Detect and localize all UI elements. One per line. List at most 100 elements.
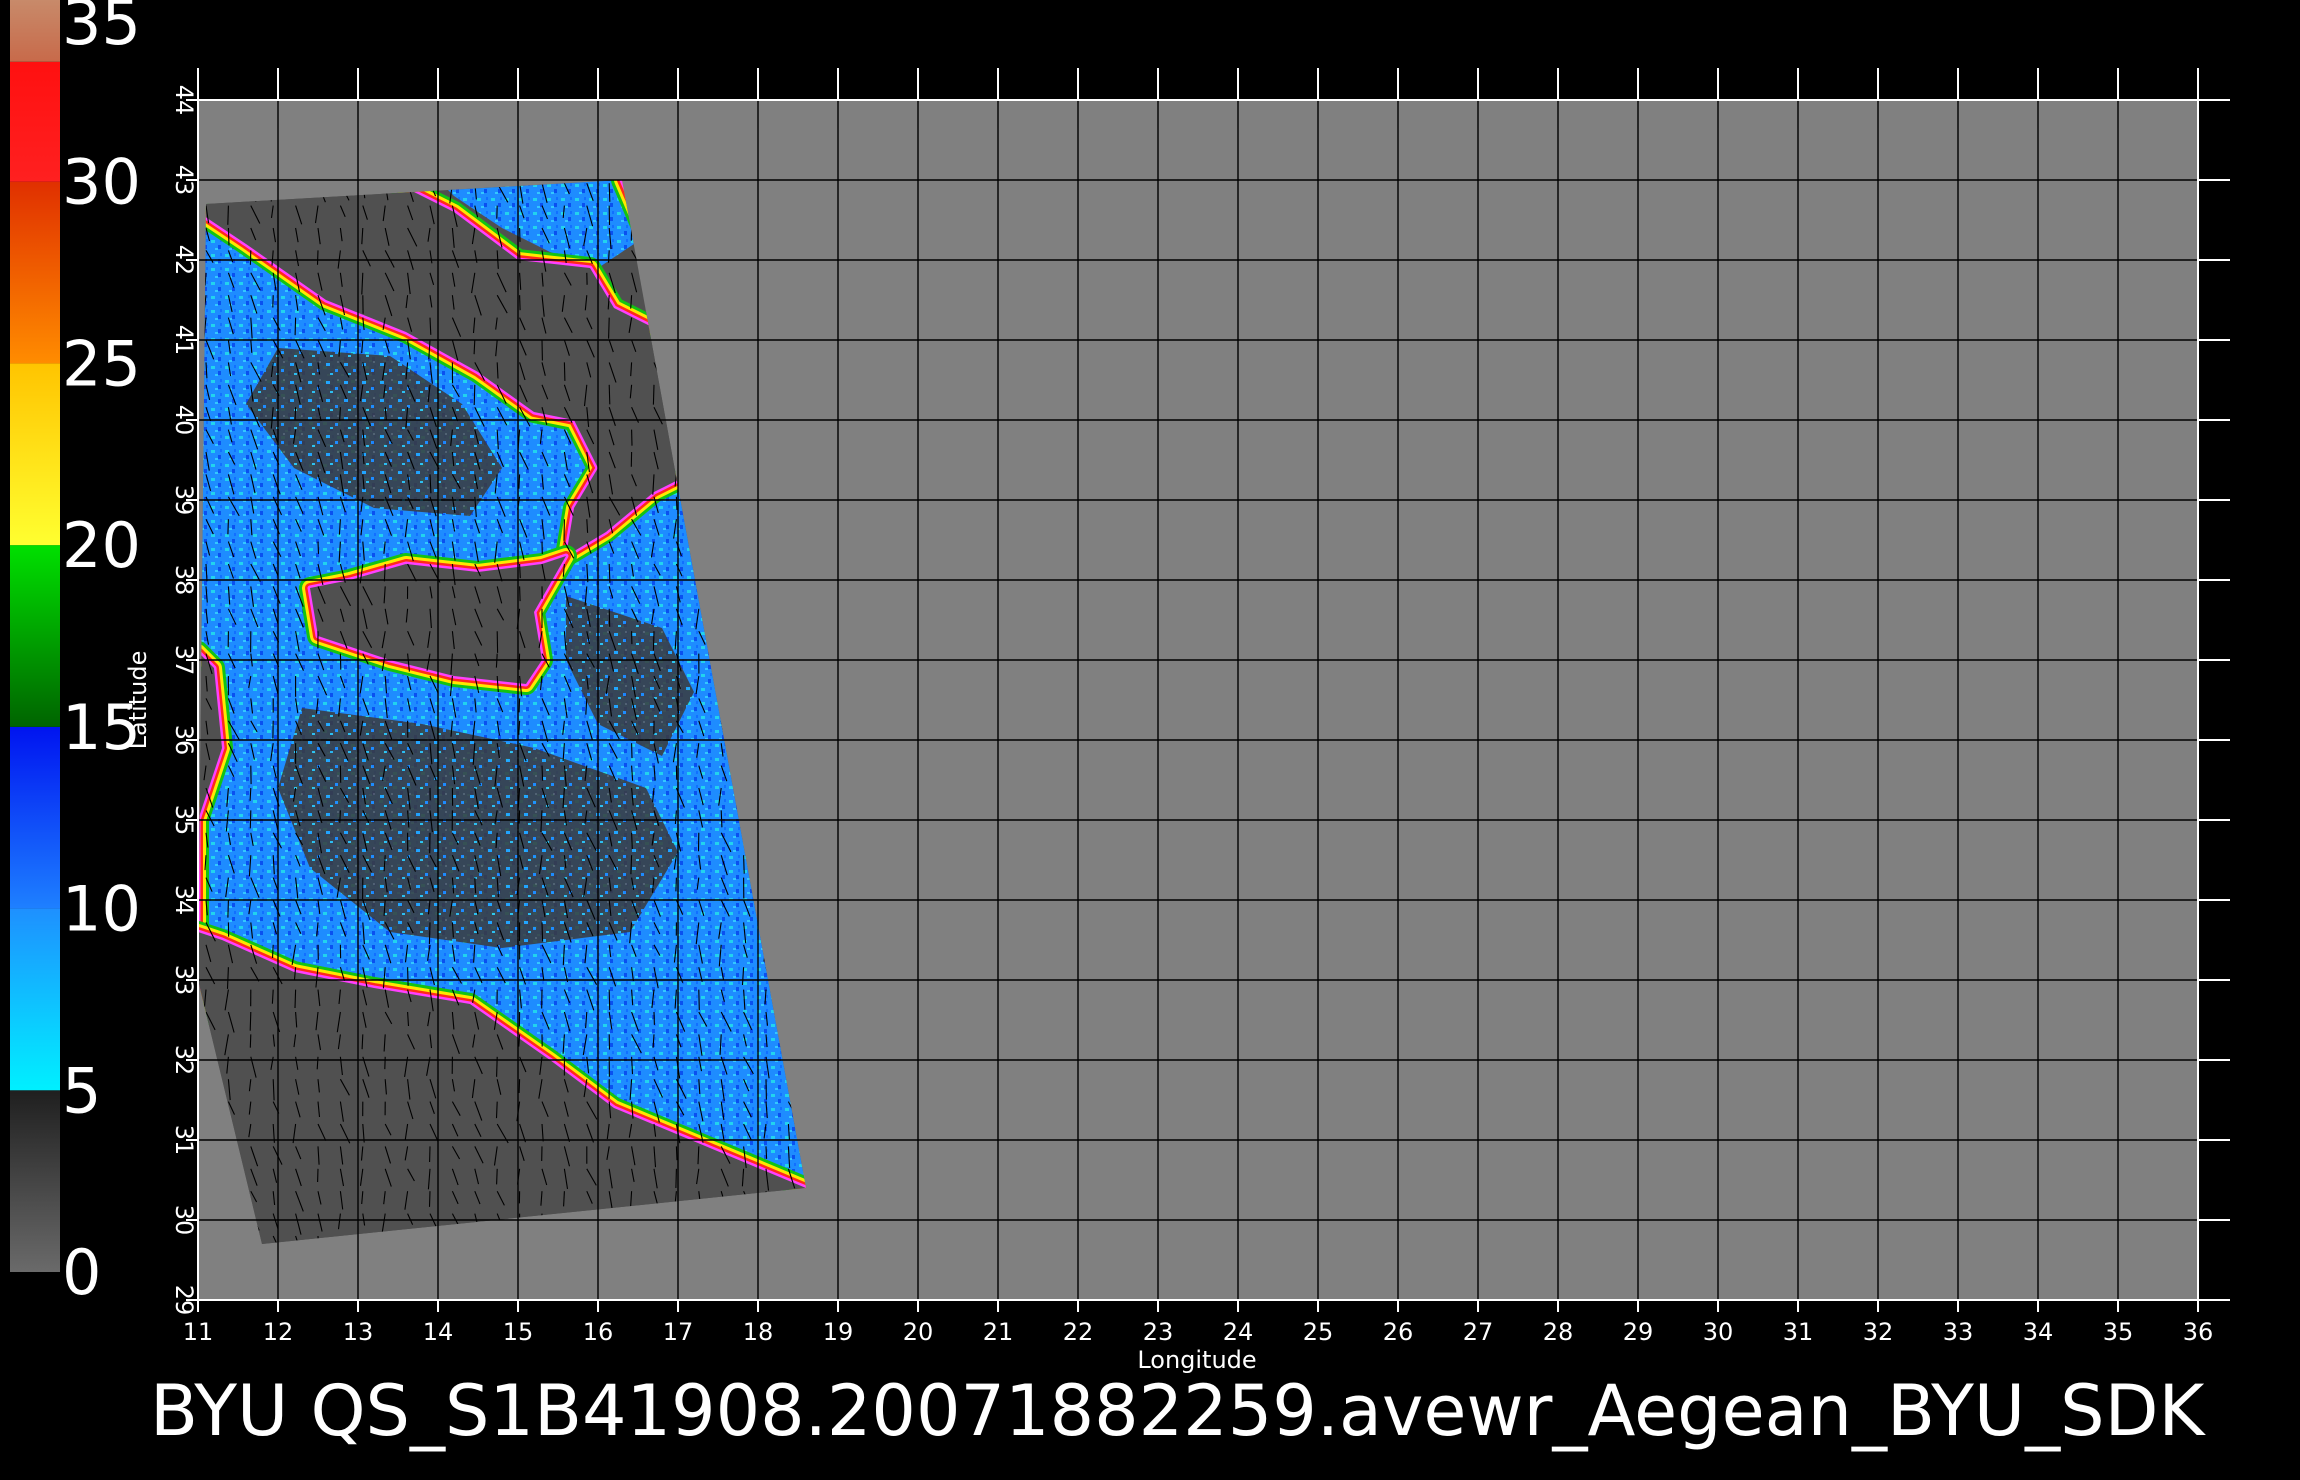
wind-vector — [675, 877, 677, 892]
wind-vector — [675, 1146, 678, 1161]
wind-vector — [608, 183, 611, 202]
wind-vector — [428, 1191, 431, 1207]
x-tick-label: 17 — [663, 1318, 694, 1346]
wind-vector — [227, 519, 229, 535]
colorbar-segment — [10, 908, 60, 1091]
x-tick-label: 24 — [1223, 1318, 1254, 1346]
wind-vector — [227, 205, 229, 225]
x-tick-label: 31 — [1783, 1318, 1814, 1346]
wind-vector — [227, 227, 230, 246]
y-tick-label: 44 — [170, 85, 198, 116]
x-tick-label: 27 — [1463, 1318, 1494, 1346]
y-tick-label: 36 — [170, 725, 198, 756]
wind-vector — [519, 563, 521, 579]
wind-vector — [518, 474, 521, 489]
x-tick-label: 30 — [1703, 1318, 1734, 1346]
wind-vector — [720, 810, 723, 828]
wind-vector — [541, 922, 544, 942]
y-tick-label: 38 — [170, 565, 198, 596]
wind-vector — [271, 944, 274, 959]
x-tick-label: 32 — [1863, 1318, 1894, 1346]
x-tick-label: 34 — [2023, 1318, 2054, 1346]
colorbar-tick-label: 20 — [62, 509, 141, 582]
wind-vector — [607, 250, 610, 263]
x-tick-label: 19 — [823, 1318, 854, 1346]
wind-vector — [518, 1079, 521, 1094]
wind-vector — [227, 899, 229, 918]
wind-vector — [294, 407, 297, 420]
wind-vector — [743, 855, 745, 874]
wind-vector — [518, 653, 521, 670]
colorbar-segment — [10, 0, 60, 62]
wind-vector — [519, 295, 521, 311]
x-tick-label: 16 — [583, 1318, 614, 1346]
x-tick-label: 11 — [183, 1318, 214, 1346]
wind-vector — [675, 496, 678, 510]
x-tick-label: 29 — [1623, 1318, 1654, 1346]
x-tick-label: 28 — [1543, 1318, 1574, 1346]
colorbar-tick-label: 30 — [62, 146, 141, 219]
y-tick-label: 39 — [170, 485, 198, 516]
wind-vector — [316, 250, 319, 265]
y-tick-label: 31 — [170, 1125, 198, 1156]
y-tick-label: 35 — [170, 805, 198, 836]
y-tick-label: 40 — [170, 405, 198, 436]
wind-vector — [361, 1034, 364, 1050]
wind-vector — [249, 1034, 252, 1048]
x-tick-label: 20 — [903, 1318, 934, 1346]
wind-vector — [495, 1101, 498, 1119]
wind-vector — [519, 586, 521, 602]
colorbar-segment — [10, 363, 60, 546]
y-tick-label: 34 — [170, 885, 198, 916]
colorbar-segment — [10, 181, 60, 364]
wind-vector — [630, 855, 633, 875]
scatterometer-wind-map: 0 5 10 15 20 25 30 35 11 12 13 14 15 16 17 18 19 20 21 22 2… — [0, 0, 2300, 1480]
wind-vector — [249, 1011, 252, 1031]
wind-vector — [541, 765, 544, 781]
wind-vector — [249, 787, 252, 801]
x-tick-label: 15 — [503, 1318, 534, 1346]
wind-vector — [608, 317, 610, 339]
wind-vector — [608, 989, 611, 1011]
wind-vector — [294, 989, 297, 1009]
x-tick-label: 26 — [1383, 1318, 1414, 1346]
colorbar-tick-label: 10 — [62, 873, 141, 946]
x-tick-label: 36 — [2183, 1318, 2214, 1346]
y-tick-label: 29 — [170, 1285, 198, 1316]
x-tick-label: 18 — [743, 1318, 774, 1346]
wind-vector — [675, 1168, 677, 1189]
y-tick-label: 33 — [170, 965, 198, 996]
colorbar-segment — [10, 726, 60, 909]
wind-vector — [496, 1168, 498, 1185]
x-tick-label: 23 — [1143, 1318, 1174, 1346]
wind-vector — [608, 608, 611, 627]
wind-vector — [294, 317, 297, 336]
y-tick-label: 42 — [170, 245, 198, 276]
y-axis-title: Latitude — [124, 651, 152, 750]
wind-vector — [563, 362, 566, 381]
y-tick-label: 43 — [170, 165, 198, 196]
x-tick-label: 13 — [343, 1318, 374, 1346]
wind-vector — [473, 384, 476, 406]
wind-vector — [473, 339, 476, 355]
y-tick-label: 32 — [170, 1045, 198, 1076]
colorbar-segment — [10, 1090, 60, 1272]
x-tick-label: 35 — [2103, 1318, 2134, 1346]
wind-vector — [518, 810, 521, 824]
x-tick-label: 25 — [1303, 1318, 1334, 1346]
colorbar-tick-label: 35 — [62, 0, 141, 59]
colorbar-tick-label: 25 — [62, 327, 141, 400]
figure-caption: BYU QS_S1B41908.20071882259.avewr_Aegean… — [150, 1370, 2206, 1452]
wind-vector — [428, 922, 431, 945]
wind-vector — [317, 541, 320, 554]
x-tick-label: 14 — [423, 1318, 454, 1346]
y-tick-label: 41 — [170, 325, 198, 356]
colorbar-tick-label: 0 — [62, 1236, 101, 1309]
wind-vector — [652, 631, 655, 651]
wind-vector — [631, 832, 633, 850]
wind-vector — [765, 1146, 768, 1159]
map-figure: 05101520253035 11 12 13 14 15 16 17 18 19 20 21 22 2… — [10, 0, 2230, 1452]
x-tick-label: 21 — [983, 1318, 1014, 1346]
x-tick-label: 33 — [1943, 1318, 1974, 1346]
wind-vector — [698, 989, 700, 1011]
